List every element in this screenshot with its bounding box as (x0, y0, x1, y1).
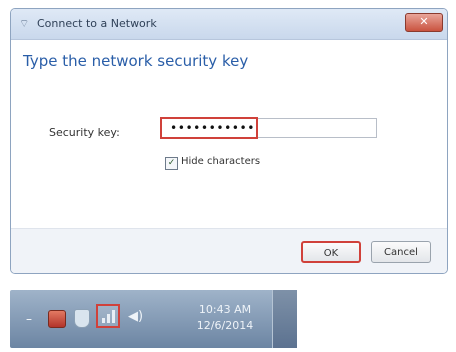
taskbar-clock[interactable]: 10:43 AM 12/6/2014 (180, 302, 270, 334)
show-desktop-button[interactable] (272, 290, 297, 348)
dialog-content: Type the network security key Security k… (11, 40, 447, 228)
dialog-titlebar: ⌔ Connect to a Network ✕ (11, 9, 447, 40)
clock-time: 10:43 AM (198, 303, 252, 316)
hide-characters-checkbox[interactable]: ✓ (165, 157, 178, 170)
show-hidden-icons-arrow[interactable]: – (26, 312, 32, 326)
security-key-label: Security key: (49, 126, 120, 139)
connect-to-network-dialog: ⌔ Connect to a Network ✕ Type the networ… (10, 8, 448, 274)
network-icon[interactable] (96, 304, 120, 328)
hide-characters-label[interactable]: Hide characters (181, 156, 260, 167)
dialog-button-bar: OK Cancel (11, 228, 447, 273)
volume-icon[interactable]: ◀) (128, 309, 143, 324)
security-key-value: ••••••••••• (170, 121, 255, 135)
security-key-input[interactable]: ••••••••••• (160, 117, 377, 139)
close-button[interactable]: ✕ (405, 13, 443, 32)
dialog-heading: Type the network security key (23, 52, 249, 70)
cancel-button[interactable]: Cancel (371, 241, 431, 263)
clock-date: 12/6/2014 (196, 319, 254, 332)
dialog-title: Connect to a Network (37, 17, 157, 30)
security-shield-icon[interactable] (74, 309, 90, 328)
action-center-flag-icon[interactable] (48, 310, 66, 328)
ok-button[interactable]: OK (301, 241, 361, 263)
wireless-network-icon: ⌔ (19, 17, 30, 30)
taskbar-notification-area: – ◀) 10:43 AM 12/6/2014 (10, 290, 297, 348)
